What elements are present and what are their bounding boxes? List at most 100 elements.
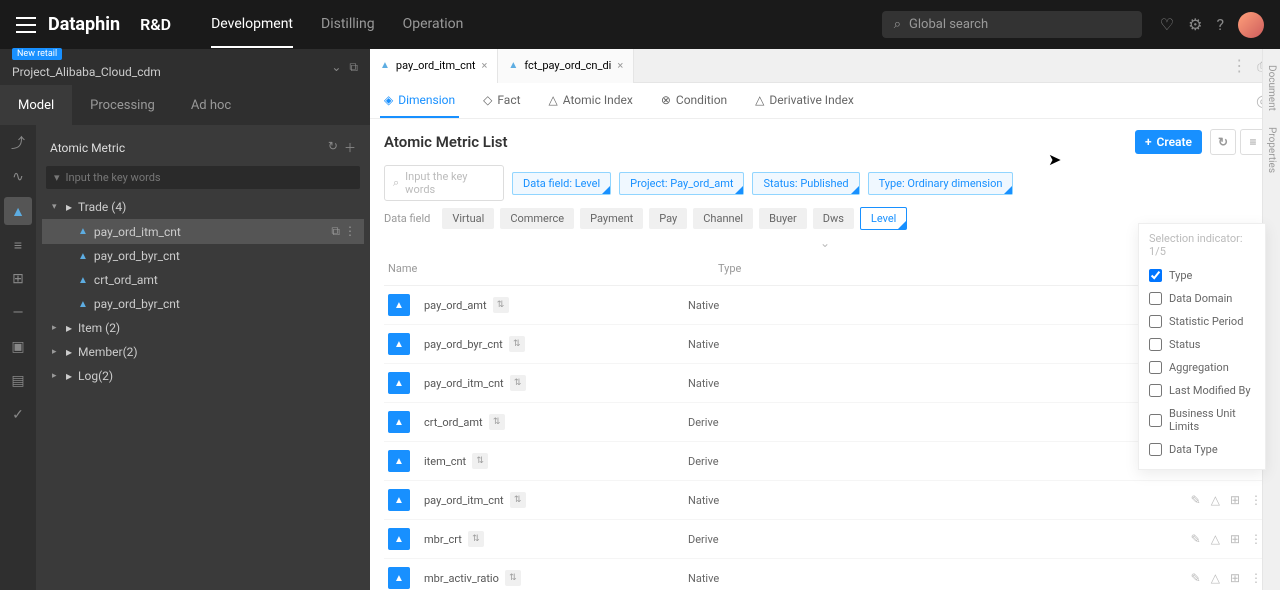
lineage-icon[interactable]: ⇅ xyxy=(510,375,526,391)
rail-layers-icon[interactable]: ≡ xyxy=(4,231,32,259)
lineage-icon[interactable]: ⇅ xyxy=(510,492,526,508)
checkbox[interactable] xyxy=(1149,269,1162,282)
subtab-condition[interactable]: ⊗Condition xyxy=(657,84,731,118)
filter-chip-datafield[interactable]: Data field: Level xyxy=(512,172,611,195)
lineage-icon[interactable]: ⇅ xyxy=(489,414,505,430)
rail-doc-icon[interactable]: ▤ xyxy=(4,367,32,395)
filter-chip-type[interactable]: Type: Ordinary dimension xyxy=(868,172,1014,195)
tab-processing[interactable]: Processing xyxy=(72,85,173,125)
checkbox[interactable] xyxy=(1149,384,1162,397)
selection-item[interactable]: Last Modified By xyxy=(1149,379,1255,402)
df-chip-pay[interactable]: Pay xyxy=(649,208,687,229)
rail-metric-icon[interactable]: ▲ xyxy=(4,197,32,225)
subtab-dimension[interactable]: ◈Dimension xyxy=(380,84,459,118)
selection-item[interactable]: Aggregation xyxy=(1149,356,1255,379)
df-chip-payment[interactable]: Payment xyxy=(580,208,643,229)
lineage-icon[interactable]: ⇅ xyxy=(493,297,509,313)
rail-doc-tab[interactable]: Document xyxy=(1266,59,1277,117)
rail-image-icon[interactable]: ▣ xyxy=(4,333,32,361)
graph-icon[interactable]: ⊞ xyxy=(1230,493,1240,507)
rail-flow-icon[interactable]: ⤴ xyxy=(4,129,32,157)
close-icon[interactable]: × xyxy=(482,59,488,72)
table-row[interactable]: ▲ mbr_crt ⇅ Derive ✎ △ ⊞ ⋮ xyxy=(384,520,1266,559)
help-icon[interactable]: ? xyxy=(1216,15,1224,34)
df-chip-dws[interactable]: Dws xyxy=(813,208,854,229)
table-row[interactable]: ▲ pay_ord_itm_cnt ⇅ Native xyxy=(384,364,1266,403)
df-chip-commerce[interactable]: Commerce xyxy=(500,208,574,229)
rail-chart-icon[interactable]: ∿ xyxy=(4,163,32,191)
warning-icon[interactable]: △ xyxy=(1211,532,1220,546)
table-row[interactable]: ▲ pay_ord_amt ⇅ Native xyxy=(384,286,1266,325)
project-selector[interactable]: New retail Project_Alibaba_Cloud_cdm ⌄ ⧉ xyxy=(0,49,370,85)
copy-icon[interactable]: ⧉ xyxy=(349,60,358,75)
more-icon[interactable]: ⋮ xyxy=(1250,532,1262,546)
selection-item[interactable]: Statistic Period xyxy=(1149,310,1255,333)
tree-search-input[interactable]: ▾ Input the key words xyxy=(46,166,360,189)
selection-item[interactable]: Data Type xyxy=(1149,438,1255,461)
refresh-icon[interactable]: ↻ xyxy=(328,139,338,156)
selection-item[interactable]: Business Unit Limits xyxy=(1149,402,1255,438)
graph-icon[interactable]: ⊞ xyxy=(1230,571,1240,585)
tab-model[interactable]: Model xyxy=(0,85,72,125)
warning-icon[interactable]: △ xyxy=(1211,493,1220,507)
tree-item[interactable]: ▲pay_ord_byr_cnt xyxy=(42,292,364,316)
chevron-down-icon[interactable]: ⌄ xyxy=(331,60,341,75)
filter-chip-project[interactable]: Project: Pay_ord_amt xyxy=(619,172,744,195)
df-chip-buyer[interactable]: Buyer xyxy=(759,208,807,229)
table-row[interactable]: ▲ pay_ord_itm_cnt ⇅ Native ✎ △ ⊞ ⋮ xyxy=(384,481,1266,520)
close-icon[interactable]: × xyxy=(617,59,623,72)
edit-icon[interactable]: ✎ xyxy=(1191,532,1201,546)
checkbox[interactable] xyxy=(1149,443,1162,456)
create-button[interactable]: +Create xyxy=(1135,130,1202,154)
filter-search-input[interactable]: ⌕Input the key words xyxy=(384,165,504,201)
file-tab[interactable]: ▲ pay_ord_itm_cnt × xyxy=(370,49,498,83)
topnav-operation[interactable]: Operation xyxy=(403,2,464,48)
subtab-fact[interactable]: ◇Fact xyxy=(479,84,524,118)
lineage-icon[interactable]: ⇅ xyxy=(472,453,488,469)
lineage-icon[interactable]: ⇅ xyxy=(468,531,484,547)
subtab-derivative[interactable]: △Derivative Index xyxy=(751,84,858,118)
refresh-button[interactable]: ↻ xyxy=(1210,129,1236,155)
tree-node-member[interactable]: ▸▸Member(2) xyxy=(42,340,364,364)
tree-node-item[interactable]: ▸▸Item (2) xyxy=(42,316,364,340)
table-row[interactable]: ▲ item_cnt ⇅ Derive ✎ △ ⊞ ⋮ xyxy=(384,442,1266,481)
more-icon[interactable]: ⋮ xyxy=(1250,571,1262,585)
selection-item[interactable]: Type xyxy=(1149,264,1255,287)
graph-icon[interactable]: ⊞ xyxy=(1230,532,1240,546)
df-chip-virtual[interactable]: Virtual xyxy=(442,208,494,229)
lineage-icon[interactable]: ⇅ xyxy=(505,570,521,586)
edit-icon[interactable]: ✎ xyxy=(1191,493,1201,507)
gear-icon[interactable]: ⚙ xyxy=(1188,15,1202,34)
checkbox[interactable] xyxy=(1149,292,1162,305)
filter-chip-status[interactable]: Status: Published xyxy=(752,172,859,195)
more-icon[interactable]: ⋮ xyxy=(1231,56,1247,76)
lineage-icon[interactable]: ⇅ xyxy=(509,336,525,352)
copy-icon[interactable]: ⧉ xyxy=(331,224,340,239)
df-chip-channel[interactable]: Channel xyxy=(693,208,753,229)
topnav-distilling[interactable]: Distilling xyxy=(321,2,375,48)
menu-icon[interactable] xyxy=(16,17,36,33)
checkbox[interactable] xyxy=(1149,315,1162,328)
tree-item[interactable]: ▲pay_ord_byr_cnt xyxy=(42,244,364,268)
rail-props-tab[interactable]: Properties xyxy=(1266,121,1277,179)
avatar[interactable] xyxy=(1238,12,1264,38)
rail-grid-icon[interactable]: ⊞ xyxy=(4,265,32,293)
checkbox[interactable] xyxy=(1149,338,1162,351)
tree-node-log[interactable]: ▸▸Log(2) xyxy=(42,364,364,388)
table-row[interactable]: ▲ pay_ord_byr_cnt ⇅ Native xyxy=(384,325,1266,364)
edit-icon[interactable]: ✎ xyxy=(1191,571,1201,585)
rail-check-icon[interactable]: ✓ xyxy=(4,401,32,429)
file-tab[interactable]: ▲ fct_pay_ord_cn_di × xyxy=(498,49,634,83)
tab-adhoc[interactable]: Ad hoc xyxy=(173,85,249,125)
tree-item-pay-ord-itm-cnt[interactable]: ▲ pay_ord_itm_cnt ⧉ ⋮ xyxy=(42,219,364,244)
topnav-development[interactable]: Development xyxy=(211,2,293,48)
more-icon[interactable]: ⋮ xyxy=(344,224,356,239)
checkbox[interactable] xyxy=(1149,361,1162,374)
table-row[interactable]: ▲ mbr_activ_ratio ⇅ Native ✎ △ ⊞ ⋮ xyxy=(384,559,1266,590)
tree-node-trade[interactable]: ▾ ▸ Trade (4) xyxy=(42,195,364,219)
checkbox[interactable] xyxy=(1149,414,1162,427)
selection-item[interactable]: Data Domain xyxy=(1149,287,1255,310)
more-icon[interactable]: ⋮ xyxy=(1250,493,1262,507)
tree-item[interactable]: ▲crt_ord_amt xyxy=(42,268,364,292)
df-chip-level[interactable]: Level xyxy=(860,207,907,230)
